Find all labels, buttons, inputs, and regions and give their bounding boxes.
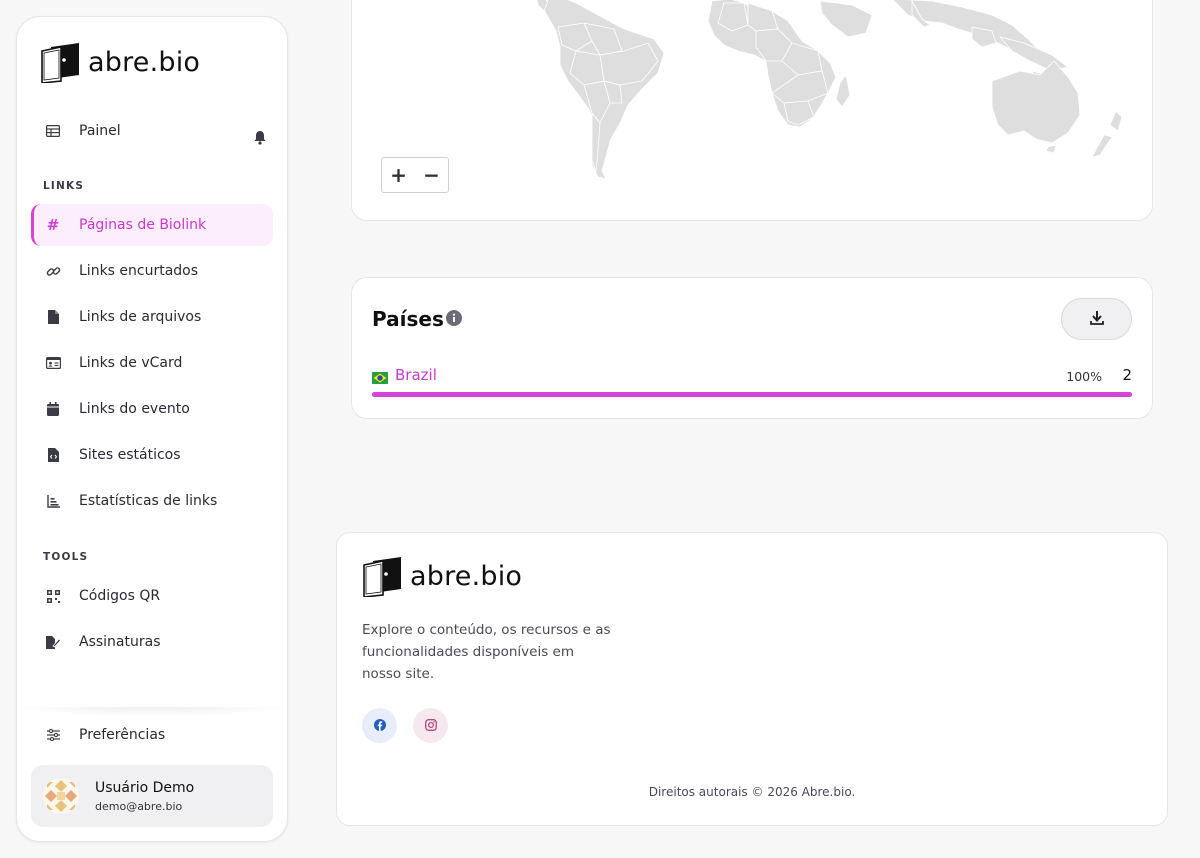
sidebar-item-link-stats[interactable]: Estatísticas de links	[31, 480, 273, 522]
sidebar-item-short-links[interactable]: Links encurtados	[31, 250, 273, 292]
sidebar-item-label: Links encurtados	[79, 263, 199, 279]
info-icon[interactable]	[446, 310, 462, 330]
country-link[interactable]: Brazil	[395, 366, 437, 384]
zoom-in-button[interactable]: +	[382, 158, 415, 192]
chart-bar-icon	[45, 493, 61, 509]
footer-logo[interactable]: abre.bio	[361, 555, 522, 597]
bell-icon[interactable]	[253, 130, 267, 149]
sidebar-item-file-links[interactable]: Links de arquivos	[31, 296, 273, 338]
sliders-icon	[45, 727, 61, 743]
sidebar-item-label: Páginas de Biolink	[79, 217, 207, 233]
download-button[interactable]	[1061, 298, 1132, 340]
sidebar: abre.bio Painel LINKS # Páginas de Bioli…	[16, 16, 288, 842]
footer-description: Explore o conteúdo, os recursos e as fun…	[362, 622, 611, 682]
sidebar-item-biolink-pages[interactable]: # Páginas de Biolink	[31, 204, 273, 246]
user-name: Usuário Demo	[95, 779, 195, 796]
instagram-button[interactable]	[413, 708, 448, 743]
world-map[interactable]	[352, 0, 1153, 221]
brazil-flag-icon	[372, 369, 388, 388]
footer: abre.bio Explore o conteúdo, os recursos…	[336, 532, 1168, 826]
sidebar-item-label: Links do evento	[79, 401, 190, 417]
table-icon	[45, 123, 61, 139]
sidebar-item-qr-codes[interactable]: Códigos QR	[31, 575, 273, 617]
hash-icon: #	[46, 216, 60, 234]
sidebar-item-preferences[interactable]: Preferências	[31, 714, 273, 756]
facebook-icon	[373, 716, 386, 735]
brand-name: abre.bio	[88, 46, 201, 78]
country-progress-track	[372, 392, 1132, 397]
zoom-out-button[interactable]: −	[415, 158, 448, 192]
calendar-icon	[45, 401, 61, 417]
sidebar-item-vcard-links[interactable]: Links de vCard	[31, 342, 273, 384]
copyright-text: Direitos autorais © 2026 Abre.bio.	[648, 785, 856, 799]
brand-logo[interactable]: abre.bio	[39, 41, 200, 83]
sidebar-item-label: Estatísticas de links	[79, 493, 218, 509]
footer-brand-name: abre.bio	[410, 560, 523, 592]
sidebar-item-dashboard[interactable]: Painel	[31, 110, 273, 152]
sidebar-item-label: Sites estáticos	[79, 447, 181, 463]
sidebar-item-event-links[interactable]: Links do evento	[31, 388, 273, 430]
user-email: demo@abre.bio	[95, 799, 183, 813]
file-code-icon	[45, 447, 61, 463]
id-card-icon	[45, 355, 61, 371]
qrcode-icon	[45, 588, 61, 604]
countries-title: Países	[372, 307, 444, 331]
map-zoom-controls: + −	[381, 157, 449, 193]
countries-card: Países Brazil 100% 2	[351, 277, 1153, 419]
link-icon	[45, 263, 61, 279]
country-progress-fill	[372, 392, 1132, 397]
signature-icon	[45, 634, 61, 650]
download-icon	[1089, 310, 1104, 329]
facebook-button[interactable]	[362, 708, 397, 743]
sidebar-item-label: Links de vCard	[79, 355, 183, 371]
section-label-links: LINKS	[43, 180, 85, 192]
section-label-tools: TOOLS	[43, 551, 89, 563]
sidebar-item-static-sites[interactable]: Sites estáticos	[31, 434, 273, 476]
sidebar-item-signatures[interactable]: Assinaturas	[31, 621, 273, 663]
sidebar-item-label: Painel	[79, 123, 121, 139]
world-map-card: + −	[351, 0, 1153, 221]
country-count: 2	[1122, 366, 1132, 384]
door-logo-icon	[41, 43, 79, 83]
sidebar-item-label: Assinaturas	[79, 634, 161, 650]
file-icon	[45, 309, 61, 325]
avatar	[43, 778, 79, 814]
user-card[interactable]: Usuário Demo demo@abre.bio	[31, 765, 273, 827]
door-logo-icon	[363, 557, 401, 597]
sidebar-item-label: Links de arquivos	[79, 309, 202, 325]
country-percentage: 100%	[1066, 369, 1102, 384]
sidebar-item-label: Códigos QR	[79, 588, 161, 604]
sidebar-item-label: Preferências	[79, 727, 166, 743]
instagram-icon	[424, 716, 437, 735]
